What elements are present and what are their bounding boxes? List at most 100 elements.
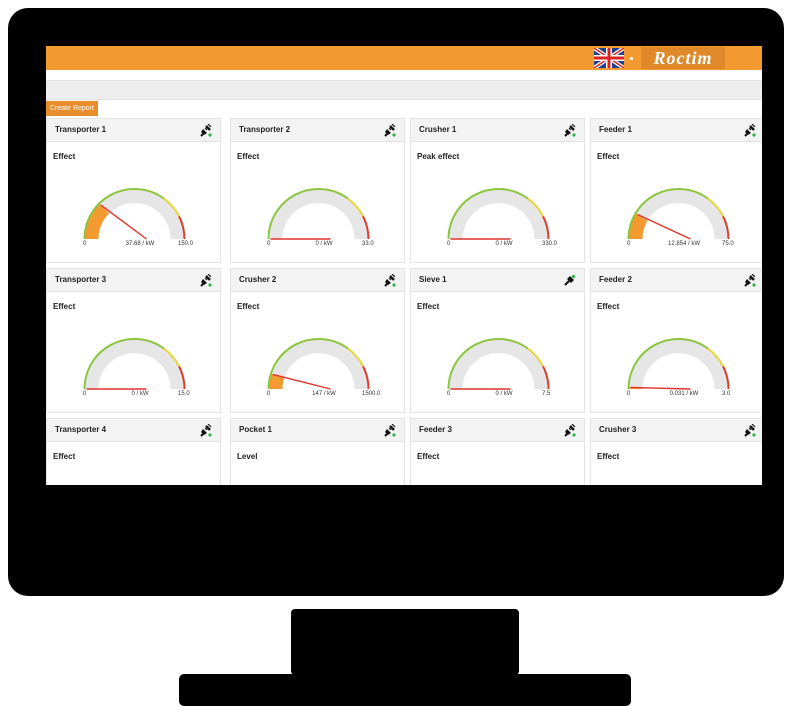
- gauge: [83, 338, 186, 390]
- screen: Roctim Create Report Transporter 1 Effect…: [46, 46, 762, 485]
- card-header: Feeder 1: [591, 119, 762, 142]
- card-title: Transporter 2: [239, 125, 291, 134]
- gauge-needle: [100, 204, 147, 240]
- unplugged-icon[interactable]: [383, 274, 396, 287]
- gauge-value-label: 12.854 / kW: [667, 241, 700, 247]
- monitor-stand-base: [179, 674, 631, 706]
- card-title: Sieve 1: [419, 275, 447, 284]
- gauge-value-label: 147 / kW: [312, 391, 336, 397]
- gauge-track: [84, 339, 185, 389]
- unplugged-icon[interactable]: [563, 424, 576, 437]
- card-header: Feeder 2: [591, 269, 762, 292]
- unplugged-icon[interactable]: [199, 274, 212, 287]
- gauge-min-label: 0: [267, 241, 271, 247]
- unplugged-icon[interactable]: [199, 424, 212, 437]
- metric-label: Effect: [417, 302, 440, 311]
- card-header: Feeder 3: [411, 419, 584, 442]
- metric-label: Effect: [597, 152, 620, 161]
- separator-dot: [630, 57, 633, 60]
- gauge: [447, 188, 550, 240]
- gauge-max-label: 3.0: [722, 391, 731, 397]
- card-feeder-1[interactable]: Feeder 1 Effect 0 12.854 / kW 75.0: [590, 118, 762, 263]
- gauge-max-label: 75.0: [722, 241, 734, 247]
- gauge: [447, 338, 550, 390]
- gauge-min-label: 0: [447, 391, 451, 397]
- gauge-value-label: 0 / kW: [131, 391, 149, 397]
- gauge: [83, 188, 186, 240]
- card-title: Crusher 2: [239, 275, 277, 284]
- unplugged-icon[interactable]: [383, 424, 396, 437]
- gauge-value-label: 0.031 / kW: [669, 391, 699, 397]
- card-header: Transporter 3: [47, 269, 220, 292]
- card-header: Crusher 3: [591, 419, 762, 442]
- card-header: Sieve 1: [411, 269, 584, 292]
- gauge: [627, 338, 730, 390]
- gauge-track: [268, 339, 369, 389]
- card-title: Transporter 3: [55, 275, 107, 284]
- gauge: [267, 338, 370, 390]
- gauge-max-label: 150.0: [178, 241, 194, 247]
- card-transporter-3[interactable]: Transporter 3 Effect 0 0 / kW 15.0: [46, 268, 221, 413]
- card-crusher-2[interactable]: Crusher 2 Effect 0 147 / kW 1500.0: [230, 268, 405, 413]
- gauge-max-label: 1500.0: [362, 391, 381, 397]
- create-report-button[interactable]: Create Report: [46, 101, 98, 116]
- uk-flag-icon[interactable]: [594, 48, 624, 68]
- gauge-track: [628, 339, 729, 389]
- gauge-max-label: 15.0: [178, 391, 190, 397]
- unplugged-icon[interactable]: [743, 274, 756, 287]
- metric-label: Effect: [417, 452, 440, 461]
- unplugged-icon[interactable]: [563, 124, 576, 137]
- card-transporter-4[interactable]: Transporter 4 Effect: [46, 418, 221, 485]
- metric-label: Effect: [53, 452, 76, 461]
- gauge-value-label: 0 / kW: [315, 241, 333, 247]
- gauge-needle: [636, 213, 691, 240]
- metric-label: Peak effect: [417, 152, 460, 161]
- card-title: Transporter 1: [55, 125, 107, 134]
- card-crusher-1[interactable]: Crusher 1 Peak effect 0 0 / kW 330.0: [410, 118, 585, 263]
- card-title: Crusher 3: [599, 425, 637, 434]
- unplugged-icon[interactable]: [383, 124, 396, 137]
- card-header: Pocket 1: [231, 419, 404, 442]
- gauge-min-label: 0: [447, 241, 451, 247]
- card-title: Feeder 2: [599, 275, 632, 284]
- metric-label: Effect: [597, 302, 620, 311]
- card-title: Pocket 1: [239, 425, 272, 434]
- unplugged-icon[interactable]: [743, 124, 756, 137]
- metric-label: Effect: [53, 152, 76, 161]
- plugged-icon[interactable]: [563, 274, 576, 287]
- card-title: Transporter 4: [55, 425, 107, 434]
- card-title: Crusher 1: [419, 125, 457, 134]
- unplugged-icon[interactable]: [199, 124, 212, 137]
- card-header: Transporter 1: [47, 119, 220, 142]
- gauge-track: [448, 339, 549, 389]
- card-sieve-1[interactable]: Sieve 1 Effect 0 0 / kW 7.5: [410, 268, 585, 413]
- sub-bar: [46, 80, 762, 100]
- gauge-track: [628, 189, 729, 239]
- card-pocket-1[interactable]: Pocket 1 Level: [230, 418, 405, 485]
- gauge-min-label: 0: [83, 241, 87, 247]
- gauge-min-label: 0: [83, 391, 87, 397]
- gauge-value-label: 0 / kW: [495, 241, 513, 247]
- unplugged-icon[interactable]: [743, 424, 756, 437]
- gauge-min-label: 0: [627, 241, 631, 247]
- card-feeder-2[interactable]: Feeder 2 Effect 0 0.031 / kW 3.0: [590, 268, 762, 413]
- card-feeder-3[interactable]: Feeder 3 Effect: [410, 418, 585, 485]
- metric-label: Effect: [597, 452, 620, 461]
- metric-label: Level: [237, 452, 258, 461]
- gauge: [627, 188, 730, 240]
- metric-label: Effect: [237, 302, 260, 311]
- metric-label: Effect: [53, 302, 76, 311]
- card-title: Feeder 3: [419, 425, 452, 434]
- gauge-track: [448, 189, 549, 239]
- card-header: Transporter 4: [47, 419, 220, 442]
- card-transporter-2[interactable]: Transporter 2 Effect 0 0 / kW 33.0: [230, 118, 405, 263]
- gauge-max-label: 33.0: [362, 241, 374, 247]
- brand-logo[interactable]: Roctim: [641, 47, 725, 69]
- gauge: [267, 188, 370, 240]
- top-bar: Roctim: [46, 46, 762, 70]
- gauge-max-label: 330.0: [542, 241, 558, 247]
- card-transporter-1[interactable]: Transporter 1 Effect 0 37.68 / kW 150.0: [46, 118, 221, 263]
- gauge-value-label: 37.68 / kW: [125, 241, 155, 247]
- gauge-min-label: 0: [627, 391, 631, 397]
- card-crusher-3[interactable]: Crusher 3 Effect: [590, 418, 762, 485]
